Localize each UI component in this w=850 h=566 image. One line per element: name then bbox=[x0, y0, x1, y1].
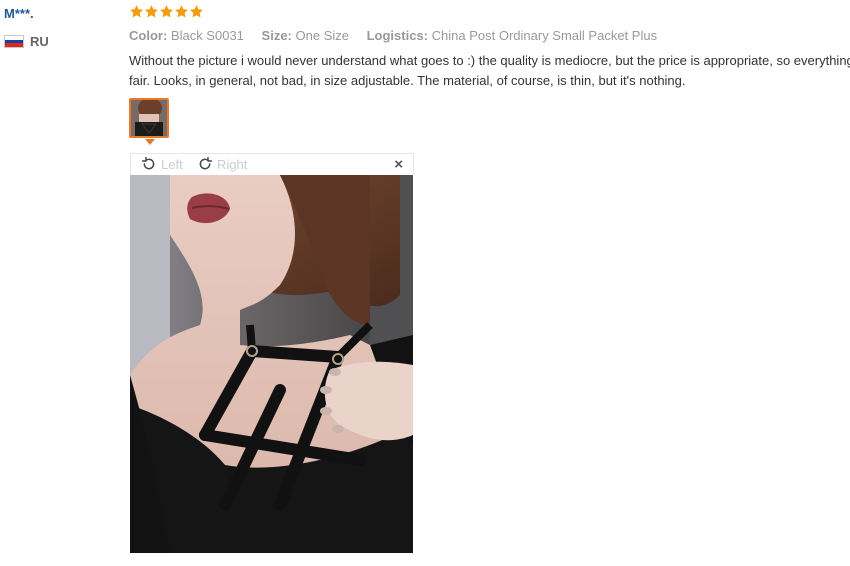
review-photo-large bbox=[130, 175, 413, 553]
rotate-left-button[interactable]: Left bbox=[141, 156, 183, 172]
color-value: Black S0031 bbox=[170, 28, 244, 43]
thumbnail-pointer bbox=[145, 139, 155, 145]
rotate-left-label: Left bbox=[161, 156, 183, 172]
reviewer-name: M***. bbox=[4, 6, 34, 21]
star-icon bbox=[175, 5, 188, 18]
star-icon bbox=[160, 5, 173, 18]
star-rating bbox=[129, 4, 204, 19]
order-meta: Color: Black S0031 Size: One Size Logist… bbox=[129, 28, 671, 43]
reviewer-country: RU bbox=[4, 34, 49, 49]
review-text: Without the picture i would never unders… bbox=[129, 53, 850, 88]
star-icon bbox=[145, 5, 158, 18]
logistics-value: China Post Ordinary Small Packet Plus bbox=[431, 28, 658, 43]
image-viewer-toolbar: Left Right × bbox=[130, 153, 414, 175]
rotate-right-label: Right bbox=[217, 156, 248, 172]
review-photo-image bbox=[130, 175, 413, 553]
rotate-right-button[interactable]: Right bbox=[197, 156, 247, 172]
star-icon bbox=[130, 5, 143, 18]
country-code: RU bbox=[30, 34, 49, 49]
russia-flag-icon bbox=[4, 35, 24, 48]
rotate-right-icon bbox=[199, 156, 213, 170]
review-entry: M***. RU Color: Black S0031 Size: One Si… bbox=[0, 0, 850, 566]
logistics-label: Logistics: bbox=[366, 28, 429, 43]
review-photo-thumbnail[interactable] bbox=[129, 98, 169, 138]
thumbnail-image bbox=[131, 100, 167, 136]
color-label: Color: bbox=[129, 28, 168, 43]
size-label: Size: bbox=[261, 28, 292, 43]
close-viewer-button[interactable]: × bbox=[394, 156, 403, 174]
rotate-left-icon bbox=[141, 156, 155, 170]
size-value: One Size bbox=[295, 28, 349, 43]
star-icon bbox=[190, 5, 203, 18]
